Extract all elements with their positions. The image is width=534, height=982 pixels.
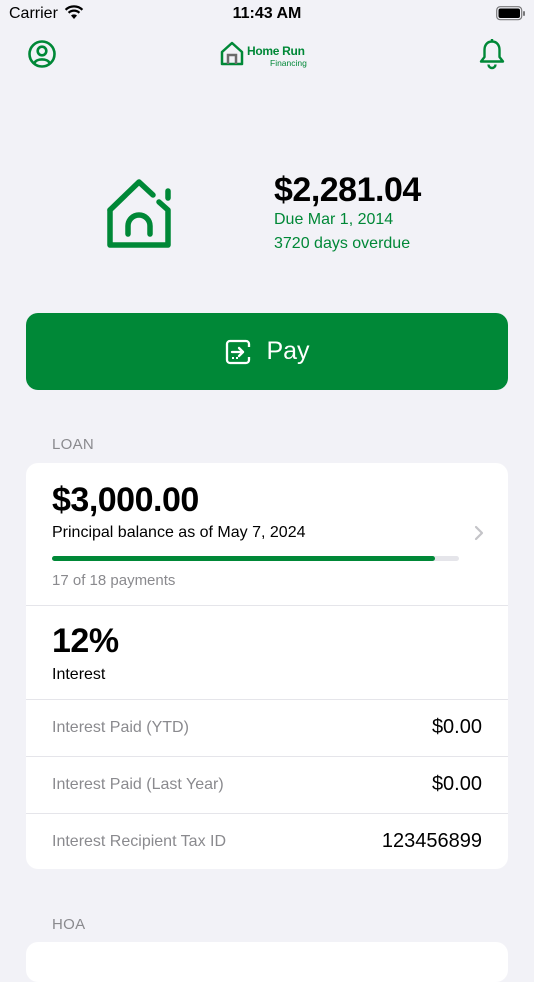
payment-progress-bar	[52, 556, 459, 561]
divider	[26, 756, 508, 757]
loan-section-label: LOAN	[52, 436, 95, 453]
due-date: Due Mar 1, 2014	[274, 211, 394, 228]
profile-button[interactable]	[26, 38, 58, 70]
pay-button-label: Pay	[266, 337, 310, 365]
house-icon	[107, 179, 171, 248]
divider	[26, 699, 508, 700]
interest-paid-last-year-value: $0.00	[431, 773, 482, 795]
hoa-section-label: HOA	[52, 916, 86, 933]
loan-card: $3,000.00 Principal balance as of May 7,…	[26, 463, 508, 869]
profile-icon	[28, 40, 56, 68]
clock: 11:43 AM	[232, 5, 302, 22]
logo-name: Home Run	[247, 44, 305, 58]
interest-paid-last-year-label: Interest Paid (Last Year)	[52, 776, 224, 793]
logo-house-icon	[220, 41, 244, 66]
pay-icon	[226, 339, 252, 364]
payment-progress-fill	[52, 556, 435, 561]
battery-icon	[496, 6, 526, 26]
top-nav: Home Run Financing	[0, 38, 534, 74]
principal-amount: $3,000.00	[52, 481, 199, 519]
interest-label: Interest	[52, 666, 106, 683]
chevron-right-icon	[474, 525, 484, 541]
tax-id-label: Interest Recipient Tax ID	[52, 833, 227, 850]
interest-paid-ytd-label: Interest Paid (YTD)	[52, 719, 189, 736]
principal-label: Principal balance as of May 7, 2024	[52, 524, 306, 541]
overdue-days: 3720 days overdue	[274, 235, 411, 252]
hoa-card	[26, 942, 508, 982]
pay-button[interactable]: Pay	[26, 313, 508, 390]
interest-paid-ytd-value: $0.00	[431, 716, 482, 738]
logo-subtitle: Financing	[270, 58, 307, 68]
payment-due-summary: $2,281.04 Due Mar 1, 2014 3720 days over…	[0, 165, 534, 265]
principal-row[interactable]: $3,000.00 Principal balance as of May 7,…	[26, 463, 508, 605]
status-bar: Carrier 11:43 AM	[0, 0, 534, 30]
home-run-logo: Home Run Financing	[220, 40, 320, 70]
tax-id-value: 123456899	[381, 830, 482, 852]
notifications-button[interactable]	[478, 38, 506, 70]
interest-rate: 12%	[52, 622, 119, 660]
divider	[26, 813, 508, 814]
payments-count: 17 of 18 payments	[52, 572, 176, 589]
amount-due: $2,281.04	[274, 171, 421, 209]
bell-icon	[479, 39, 505, 70]
divider	[26, 605, 508, 606]
